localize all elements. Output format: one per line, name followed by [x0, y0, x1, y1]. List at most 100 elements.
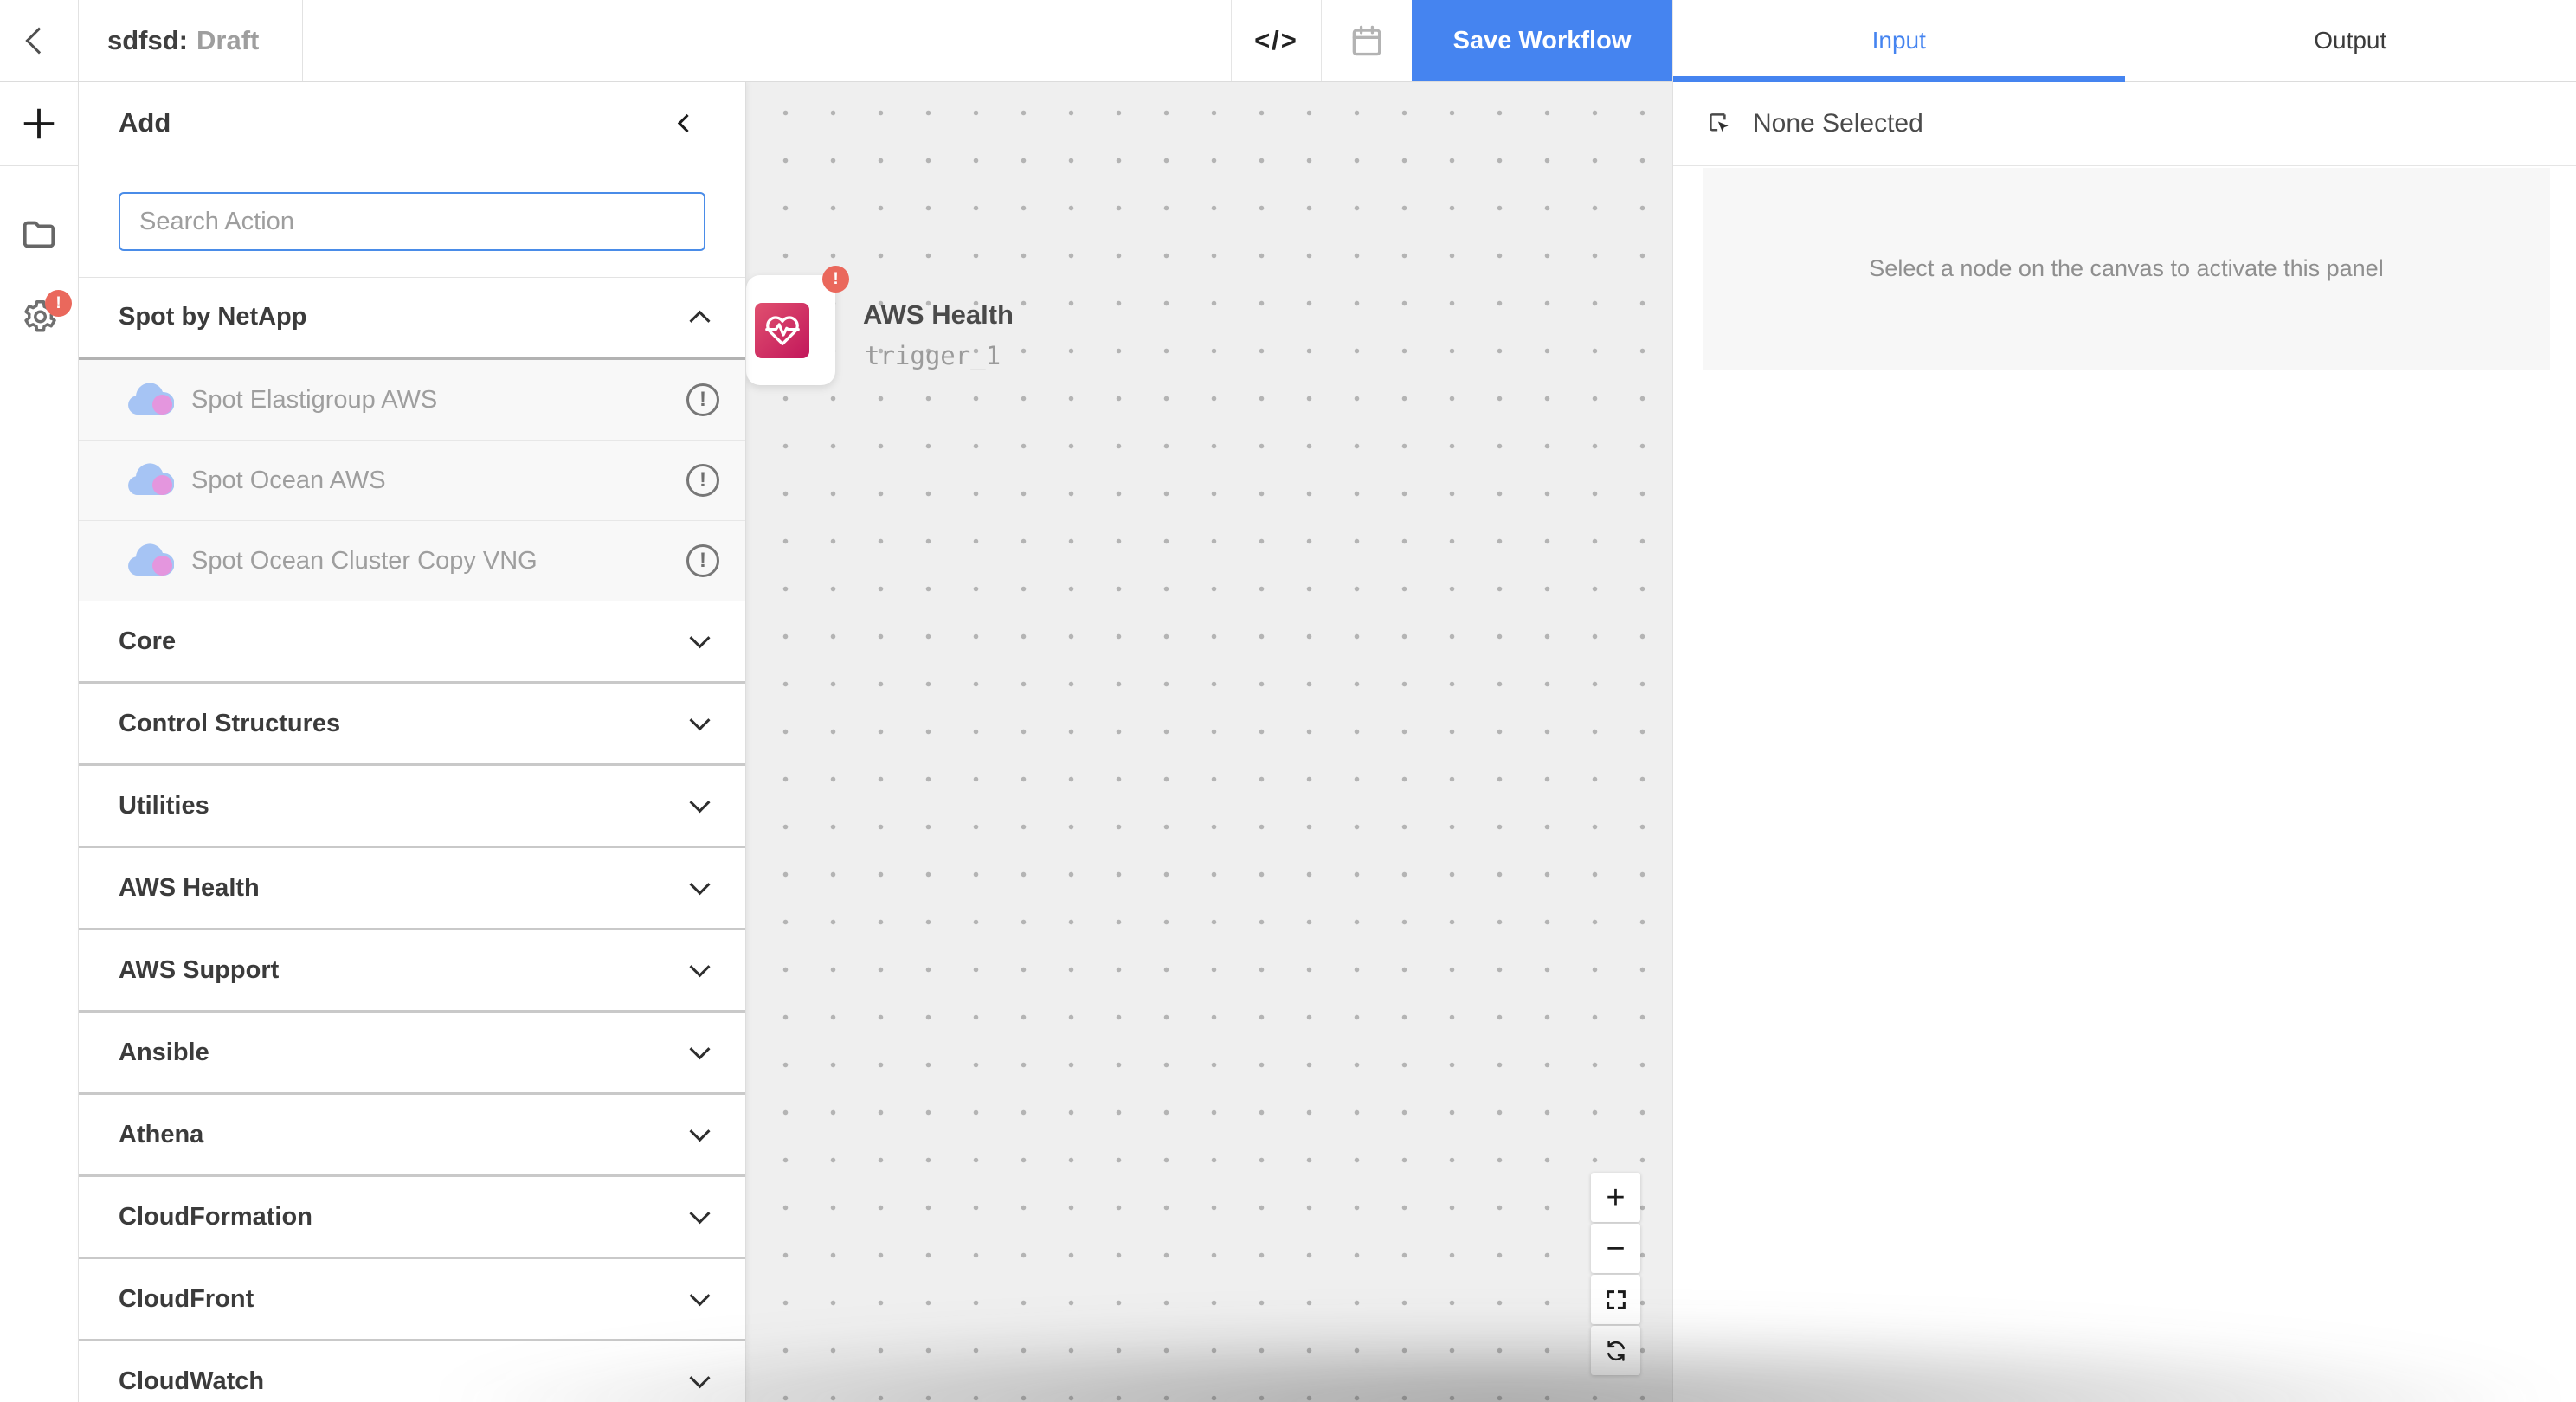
- selection-status-text: None Selected: [1753, 109, 1923, 138]
- node-trigger-1: ! AWS Health trigger_1: [746, 275, 1265, 396]
- warning-circle-icon: !: [686, 464, 719, 497]
- section-utilities[interactable]: Utilities: [79, 766, 745, 848]
- header-spacer: [303, 0, 1231, 81]
- body-row: ! Add Spot by NetApp: [0, 82, 2576, 1402]
- collapse-panel-button[interactable]: [669, 106, 704, 140]
- chevron-down-icon: [689, 792, 710, 813]
- search-action-input[interactable]: [119, 192, 705, 251]
- chevron-down-icon: [689, 1121, 710, 1142]
- section-aws-health[interactable]: AWS Health: [79, 848, 745, 930]
- plus-icon: [19, 104, 59, 144]
- section-label: CloudFormation: [119, 1203, 312, 1232]
- tab-output[interactable]: Output: [2125, 0, 2576, 81]
- inspector-tab-bar: Input Output: [1672, 0, 2576, 81]
- chevron-down-icon: [689, 627, 710, 648]
- section-label: Core: [119, 627, 176, 656]
- add-action-panel: Add Spot by NetApp Spot Ela: [79, 82, 746, 1402]
- refresh-icon: [1603, 1338, 1629, 1364]
- section-label: CloudWatch: [119, 1367, 264, 1396]
- cloud-dot: [152, 395, 172, 415]
- section-cloudwatch[interactable]: CloudWatch: [79, 1341, 745, 1402]
- section-label: Ansible: [119, 1039, 209, 1067]
- chevron-down-icon: [689, 956, 710, 977]
- search-wrap: [79, 164, 745, 277]
- section-label: CloudFront: [119, 1285, 254, 1314]
- add-panel-title: Add: [119, 107, 171, 138]
- chevron-down-icon: [689, 1039, 710, 1059]
- section-cloudformation[interactable]: CloudFormation: [79, 1177, 745, 1259]
- cloud-icon: [126, 382, 174, 418]
- settings-rail-button[interactable]: !: [0, 275, 78, 358]
- plugin-sections: Spot by NetApp Spot Elastigroup AWS !: [79, 277, 745, 1402]
- section-label: Athena: [119, 1121, 203, 1149]
- section-spot-by-netapp[interactable]: Spot by NetApp: [79, 278, 745, 360]
- node-id-label: trigger_1: [865, 341, 1001, 370]
- schedule-button[interactable]: [1322, 0, 1412, 81]
- zoom-in-button[interactable]: +: [1591, 1173, 1640, 1222]
- workflow-status: Draft: [196, 25, 259, 56]
- projects-rail-button[interactable]: [0, 192, 78, 275]
- calendar-icon: [1348, 22, 1386, 60]
- chevron-down-icon: [689, 1203, 710, 1224]
- chevron-down-icon: [689, 1285, 710, 1306]
- node-error-badge[interactable]: !: [822, 266, 849, 293]
- code-icon: </>: [1254, 25, 1298, 56]
- workflow-editor-app: sdfsd: Draft </> Save Workflow Input Out…: [0, 0, 2576, 1402]
- section-label: AWS Support: [119, 956, 279, 985]
- code-view-button[interactable]: </>: [1231, 0, 1322, 81]
- settings-alert-badge: !: [45, 290, 72, 317]
- back-chevron-icon: [25, 27, 52, 54]
- cursor-select-icon: [1704, 109, 1734, 138]
- section-cloudfront[interactable]: CloudFront: [79, 1259, 745, 1341]
- workflow-name: sdfsd:: [107, 25, 188, 56]
- action-item-label: Spot Elastigroup AWS: [191, 386, 686, 415]
- save-workflow-button[interactable]: Save Workflow: [1412, 0, 1672, 81]
- section-label: Utilities: [119, 792, 209, 820]
- section-ansible[interactable]: Ansible: [79, 1013, 745, 1095]
- chevron-down-icon: [689, 874, 710, 895]
- reset-view-button[interactable]: [1591, 1326, 1640, 1375]
- section-core[interactable]: Core: [79, 601, 745, 684]
- action-item-spot-ocean-aws[interactable]: Spot Ocean AWS !: [79, 441, 745, 521]
- cloud-dot: [152, 475, 172, 495]
- fit-view-button[interactable]: [1591, 1275, 1640, 1324]
- warning-circle-icon: !: [686, 383, 719, 416]
- action-item-spot-elastigroup-aws[interactable]: Spot Elastigroup AWS !: [79, 360, 745, 441]
- section-control-structures[interactable]: Control Structures: [79, 684, 745, 766]
- heart-pulse-icon: [763, 311, 802, 350]
- section-aws-support[interactable]: AWS Support: [79, 930, 745, 1013]
- aws-health-node-icon: [755, 303, 809, 358]
- chevron-down-icon: [689, 710, 710, 730]
- section-athena[interactable]: Athena: [79, 1095, 745, 1177]
- section-label: AWS Health: [119, 874, 260, 903]
- chevron-up-icon: [689, 311, 710, 331]
- cloud-icon: [126, 462, 174, 498]
- left-icon-rail: !: [0, 82, 79, 1402]
- action-item-spot-ocean-cluster-copy-vng[interactable]: Spot Ocean Cluster Copy VNG !: [79, 521, 745, 601]
- chevron-down-icon: [689, 1367, 710, 1388]
- top-header: sdfsd: Draft </> Save Workflow Input Out…: [0, 0, 2576, 82]
- action-item-label: Spot Ocean AWS: [191, 466, 686, 495]
- cloud-dot: [152, 556, 172, 576]
- workflow-title: sdfsd: Draft: [79, 0, 303, 81]
- action-item-label: Spot Ocean Cluster Copy VNG: [191, 547, 686, 576]
- workflow-canvas[interactable]: ! AWS Health trigger_1 + −: [746, 82, 1672, 1402]
- inspector-empty-state: Select a node on the canvas to activate …: [1703, 168, 2550, 370]
- inspector-panel: None Selected Select a node on the canva…: [1672, 82, 2576, 1402]
- canvas-zoom-controls: + −: [1591, 1173, 1640, 1377]
- section-label: Spot by NetApp: [119, 303, 307, 331]
- selection-status-row: None Selected: [1673, 82, 2576, 166]
- folder-icon: [19, 214, 59, 254]
- section-label: Control Structures: [119, 710, 340, 738]
- add-panel-header: Add: [79, 82, 745, 164]
- cloud-icon: [126, 543, 174, 579]
- back-button[interactable]: [0, 0, 79, 81]
- node-card[interactable]: !: [746, 275, 835, 385]
- tab-input[interactable]: Input: [1673, 0, 2125, 81]
- inspector-empty-hint: Select a node on the canvas to activate …: [1869, 255, 2383, 282]
- active-tab-underline: [1673, 76, 2125, 82]
- fullscreen-icon: [1604, 1288, 1628, 1312]
- collapse-chevron-icon: [677, 113, 695, 132]
- zoom-out-button[interactable]: −: [1591, 1224, 1640, 1273]
- add-node-rail-button[interactable]: [0, 82, 78, 166]
